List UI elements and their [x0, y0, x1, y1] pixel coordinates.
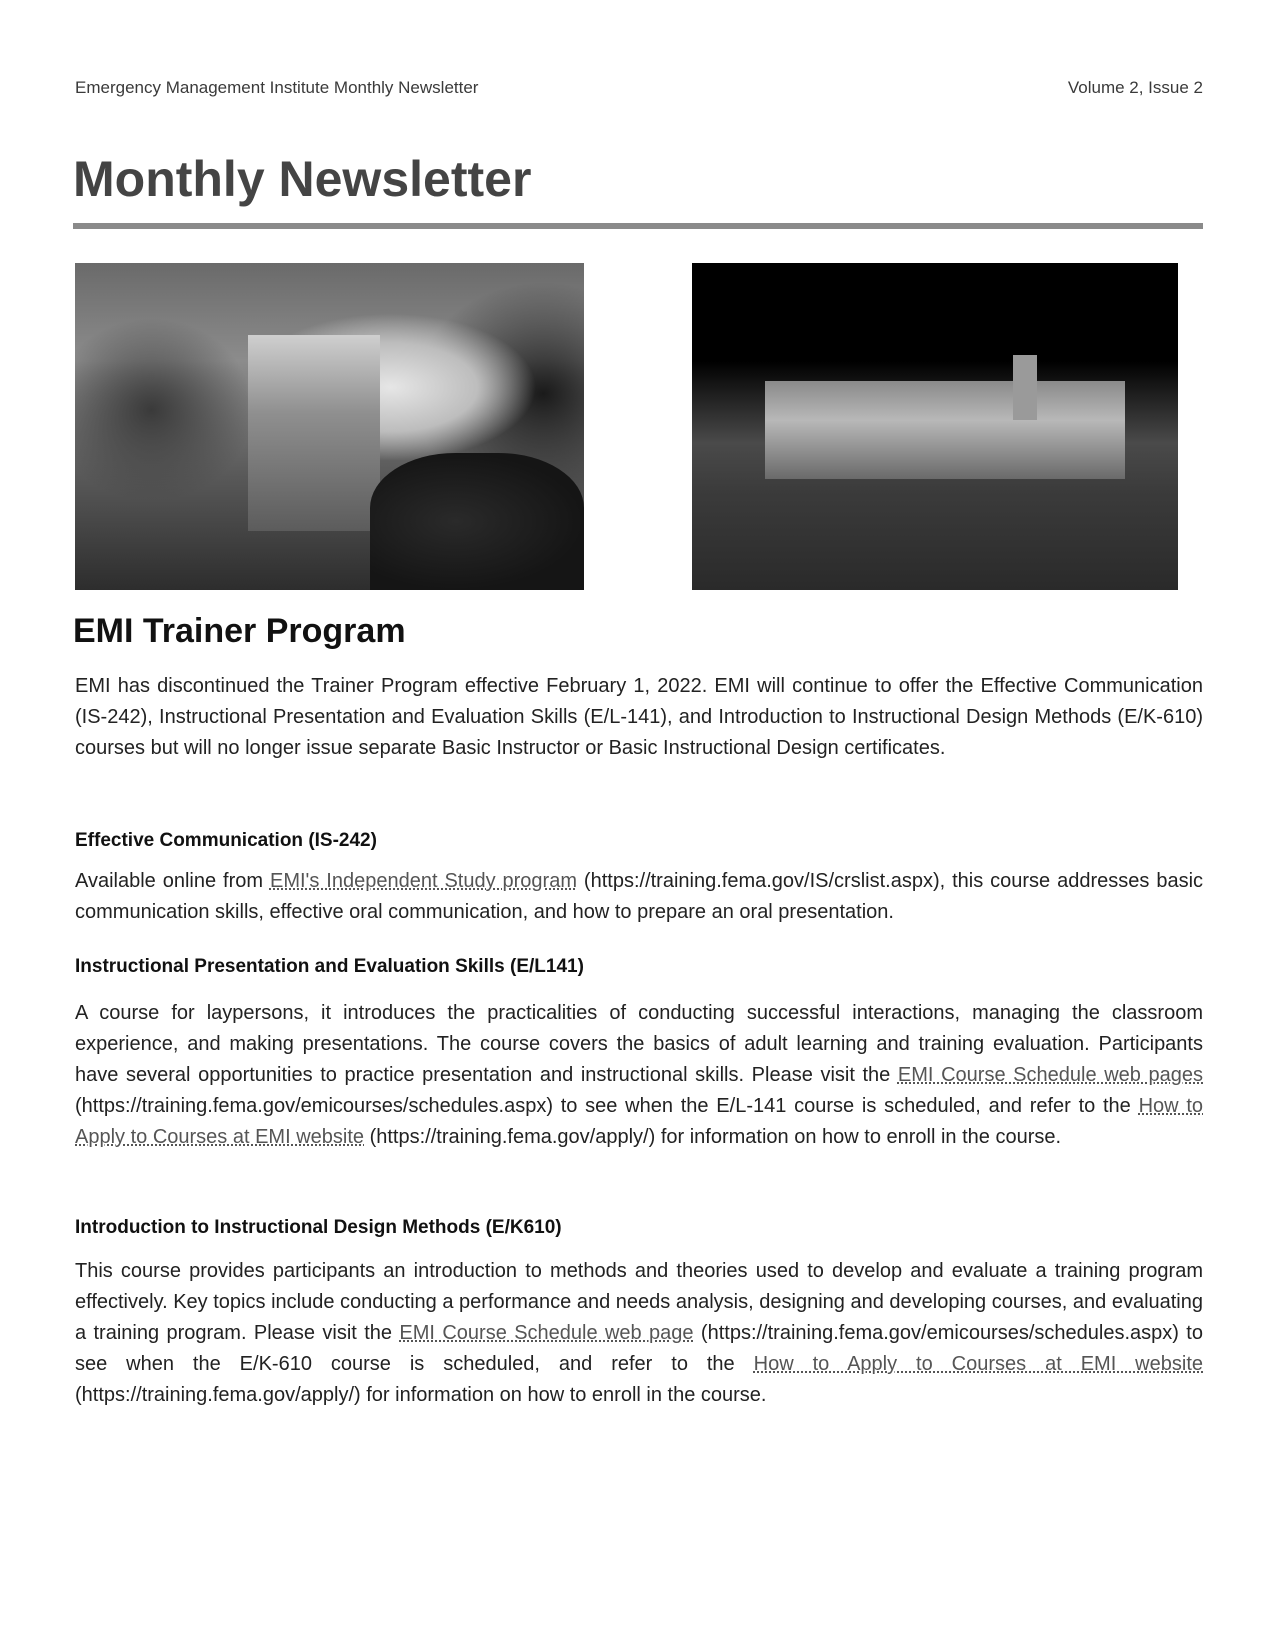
section-heading-is242: Effective Communication (IS-242) [75, 830, 377, 851]
section-body-ek610: This course provides participants an int… [75, 1256, 1203, 1411]
building-shape [248, 334, 381, 532]
title-divider [73, 223, 1203, 229]
campus-photo-night [692, 263, 1178, 590]
body-text: (https://training.fema.gov/apply/) for i… [75, 1384, 767, 1406]
section-heading-el141: Instructional Presentation and Evaluatio… [75, 956, 584, 977]
issue-label: Volume 2, Issue 2 [1067, 78, 1203, 97]
building-shape [764, 380, 1125, 479]
campus-photo-day [75, 263, 584, 590]
article-heading: EMI Trainer Program [73, 612, 406, 650]
section-body-el141: A course for laypersons, it introduces t… [75, 998, 1203, 1153]
body-text: Available online from [75, 870, 270, 892]
tower-shape [1012, 354, 1038, 420]
newsletter-title: Monthly Newsletter [73, 151, 532, 207]
course-schedule-link[interactable]: EMI Course Schedule web page [399, 1322, 693, 1344]
page-header: Emergency Management Institute Monthly N… [75, 78, 1203, 102]
publication-name: Emergency Management Institute Monthly N… [75, 78, 479, 97]
course-schedule-link[interactable]: EMI Course Schedule web pages [898, 1064, 1203, 1086]
trees-shape [370, 452, 584, 590]
how-to-apply-link[interactable]: How to Apply to Courses at EMI website [754, 1353, 1203, 1375]
body-text: (https://training.fema.gov/emicourses/sc… [75, 1095, 1139, 1117]
body-text: (https://training.fema.gov/apply/) for i… [364, 1126, 1062, 1148]
article-intro: EMI has discontinued the Trainer Program… [75, 675, 1203, 759]
independent-study-link[interactable]: EMI's Independent Study program [270, 870, 577, 892]
section-body-is242: Available online from EMI's Independent … [75, 866, 1203, 928]
section-heading-ek610: Introduction to Instructional Design Met… [75, 1217, 562, 1238]
